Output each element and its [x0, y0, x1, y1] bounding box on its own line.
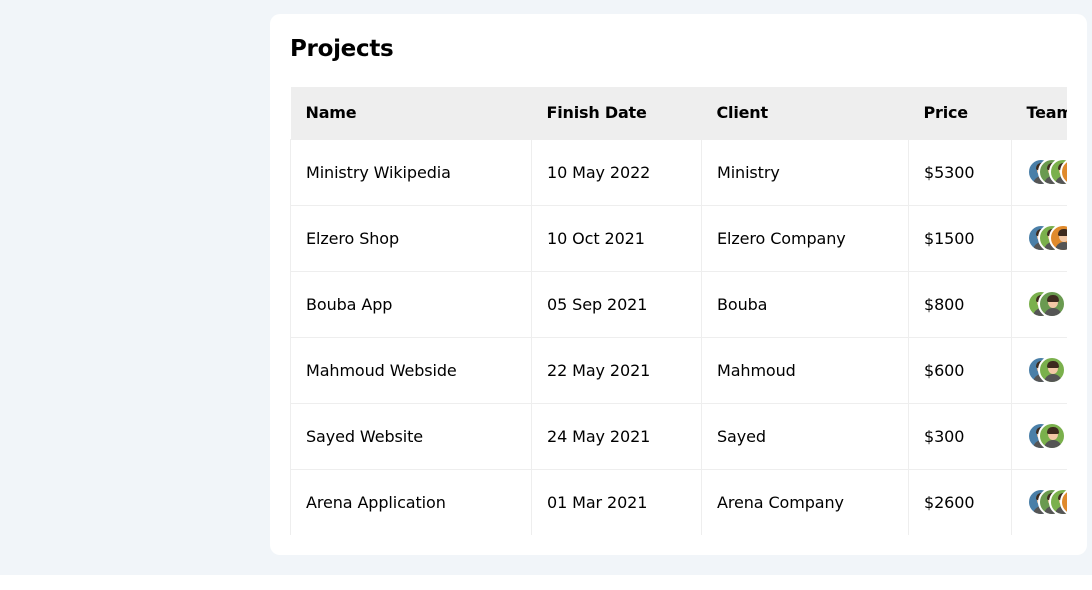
finish-date-cell: 10 May 2022 [531, 138, 702, 206]
project-name-cell: Elzero Shop [290, 204, 532, 272]
price-cell: $600 [908, 336, 1012, 404]
team-cell [1011, 138, 1067, 206]
finish-date-cell: 10 Oct 2021 [531, 204, 702, 272]
team-cell [1011, 204, 1067, 272]
projects-panel: Projects Name Finish Date Client Price T… [270, 14, 1087, 555]
header-client: Client [716, 103, 769, 123]
client-cell: Ministry [701, 138, 909, 206]
project-name-cell: Bouba App [290, 270, 532, 338]
price-cell: $1500 [908, 204, 1012, 272]
table-row[interactable]: Mahmoud Webside 22 May 2021 Mahmoud $600 [290, 336, 1067, 404]
team-cell [1011, 468, 1067, 535]
client-cell: Elzero Company [701, 204, 909, 272]
finish-date-cell: 01 Mar 2021 [531, 468, 702, 535]
client-cell: Bouba [701, 270, 909, 338]
team-avatars [1027, 421, 1067, 451]
price-cell: $800 [908, 270, 1012, 338]
price-cell: $300 [908, 402, 1012, 470]
avatar-icon[interactable] [1038, 356, 1066, 384]
table-row[interactable]: Bouba App 05 Sep 2021 Bouba $800 [290, 270, 1067, 338]
finish-date-cell: 22 May 2021 [531, 336, 702, 404]
team-cell [1011, 270, 1067, 338]
header-price: Price [923, 103, 969, 123]
project-name-cell: Arena Application [290, 468, 532, 535]
avatar-icon[interactable] [1038, 422, 1066, 450]
project-name-cell: Mahmoud Webside [290, 336, 532, 404]
projects-table: Name Finish Date Client Price Team Minis… [290, 87, 1067, 535]
client-cell: Arena Company [701, 468, 909, 535]
project-name-cell: Ministry Wikipedia [290, 138, 532, 206]
header-finish-date: Finish Date [546, 103, 647, 123]
table-row[interactable]: Ministry Wikipedia 10 May 2022 Ministry $53… [290, 138, 1067, 206]
team-avatars [1027, 289, 1067, 319]
price-cell: $5300 [908, 138, 1012, 206]
team-cell [1011, 402, 1067, 470]
table-row[interactable]: Sayed Website 24 May 2021 Sayed $300 [290, 402, 1067, 470]
project-name-cell: Sayed Website [290, 402, 532, 470]
projects-table-scroll[interactable]: Name Finish Date Client Price Team Minis… [290, 87, 1067, 535]
team-avatars [1027, 355, 1067, 385]
header-team: Team [1026, 103, 1068, 123]
finish-date-cell: 05 Sep 2021 [531, 270, 702, 338]
team-avatars [1027, 223, 1067, 253]
team-cell [1011, 336, 1067, 404]
avatar-icon[interactable] [1038, 290, 1066, 318]
table-header-row: Name Finish Date Client Price Team [290, 87, 1068, 139]
price-cell: $2600 [908, 468, 1012, 535]
team-avatars [1027, 157, 1067, 187]
table-row[interactable]: Arena Application 01 Mar 2021 Arena Compan… [290, 468, 1067, 535]
client-cell: Mahmoud [701, 336, 909, 404]
client-cell: Sayed [701, 402, 909, 470]
panel-title: Projects [290, 36, 394, 62]
finish-date-cell: 24 May 2021 [531, 402, 702, 470]
table-row[interactable]: Elzero Shop 10 Oct 2021 Elzero Company $150… [290, 204, 1067, 272]
header-name: Name [305, 103, 357, 123]
team-avatars [1027, 487, 1067, 517]
